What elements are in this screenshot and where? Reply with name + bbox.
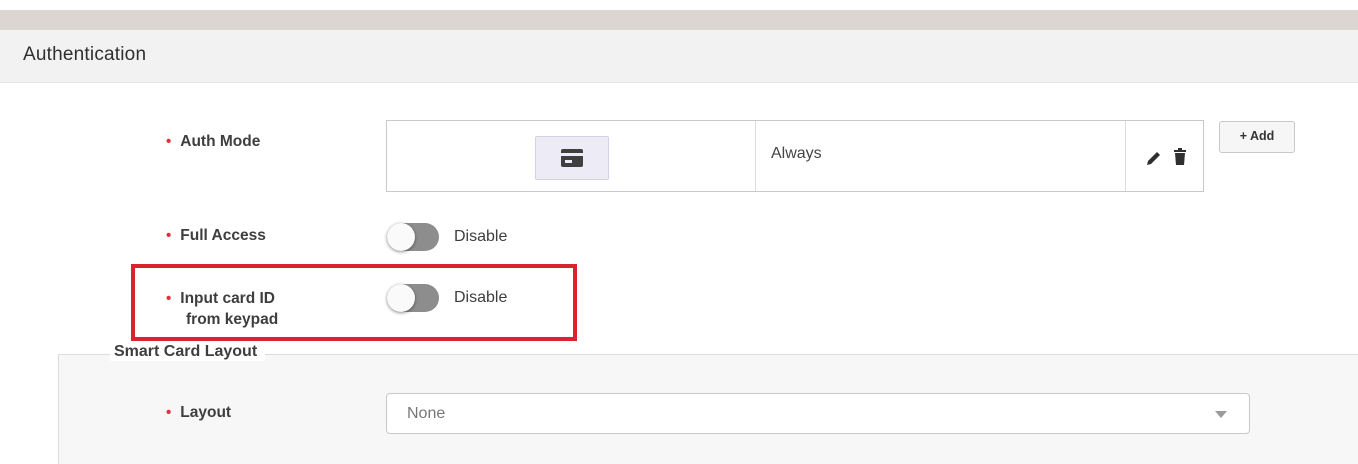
auth-mode-cell (387, 121, 756, 191)
required-marker: • (166, 227, 172, 244)
highlight-box (131, 264, 577, 341)
toggle-knob (387, 223, 415, 251)
schedule-cell: Always (755, 121, 1126, 191)
layout-select-value: None (407, 405, 446, 422)
smart-card-layout-legend: Smart Card Layout (110, 343, 266, 361)
required-marker: • (166, 133, 172, 150)
trash-icon[interactable] (1173, 148, 1187, 166)
section-header (0, 30, 1358, 83)
actions-cell (1125, 121, 1203, 191)
card-mode-chip[interactable] (535, 136, 609, 180)
auth-mode-label-row: • Auth Mode (166, 131, 260, 152)
full-access-label-row: • Full Access (166, 225, 266, 246)
chevron-down-icon (1215, 411, 1227, 418)
add-button[interactable]: + Add (1219, 121, 1295, 153)
layout-label: Layout (180, 404, 232, 421)
section-title: Authentication (23, 44, 147, 65)
top-bar (0, 10, 1358, 30)
pencil-icon[interactable] (1145, 149, 1163, 167)
full-access-label: Full Access (180, 227, 266, 244)
schedule-value: Always (771, 145, 822, 162)
layout-label-row: • Layout (166, 402, 231, 423)
auth-mode-label: Auth Mode (180, 133, 261, 150)
required-marker: • (166, 404, 172, 421)
full-access-toggle[interactable] (387, 223, 439, 251)
card-icon (561, 149, 583, 167)
layout-select[interactable]: None (386, 393, 1250, 434)
full-access-state: Disable (454, 228, 508, 245)
auth-mode-table: Always (386, 120, 1204, 192)
